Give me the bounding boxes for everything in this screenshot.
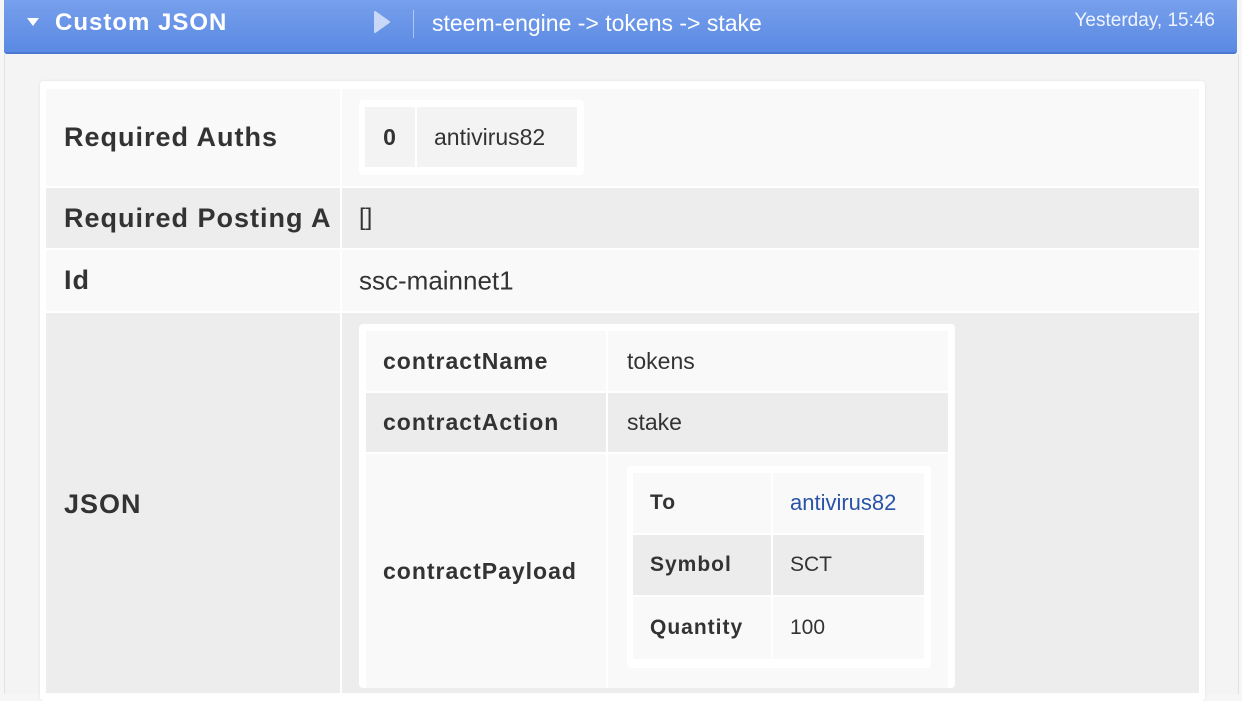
payload-symbol-key: Symbol (633, 535, 771, 595)
row-value: [] (342, 188, 1199, 248)
auth-index: 0 (365, 107, 415, 167)
id-value: ssc-mainnet1 (359, 265, 514, 295)
row-key: Id (46, 250, 340, 311)
operation-timestamp: Yesterday, 15:46 (1074, 10, 1216, 31)
row-json: JSON contractName tokens contractAction … (46, 313, 1199, 693)
contract-payload-key: contractPayload (366, 454, 606, 688)
row-key: Required Posting A (46, 188, 340, 248)
contract-action-value: stake (608, 393, 948, 452)
auth-value: antivirus82 (417, 107, 577, 167)
row-id: Id ssc-mainnet1 (46, 250, 1199, 311)
payload-quantity-value: 100 (773, 597, 924, 659)
payload-to-key: To (633, 473, 771, 533)
contract-action-key: contractAction (366, 393, 606, 452)
row-value: 0 antivirus82 (342, 89, 1199, 186)
operation-title: Custom JSON (55, 9, 228, 36)
row-key: Required Auths (46, 89, 340, 186)
header-divider (413, 10, 414, 38)
payload-table: To antivirus82 Symbol SCT Quantity 100 (627, 466, 931, 668)
play-icon[interactable] (373, 11, 391, 33)
row-required-auths: Required Auths 0 antivirus82 (46, 89, 1199, 186)
payload-symbol-value: SCT (773, 535, 924, 595)
caret-down-icon[interactable] (26, 15, 40, 29)
payload-quantity-key: Quantity (633, 597, 771, 659)
json-table: contractName tokens contractAction stake… (359, 324, 955, 688)
posting-auths-value: [] (359, 204, 373, 231)
contract-name-key: contractName (366, 331, 606, 391)
payload-to-link[interactable]: antivirus82 (773, 473, 924, 533)
contract-name-value: tokens (608, 331, 948, 391)
row-required-posting-auths: Required Posting A [] (46, 188, 1199, 248)
operation-summary: steem-engine -> tokens -> stake (432, 10, 762, 36)
row-value: ssc-mainnet1 (342, 250, 1199, 311)
auths-table: 0 antivirus82 (359, 100, 584, 175)
operation-header[interactable]: Custom JSON steem-engine -> tokens -> st… (4, 0, 1237, 54)
row-value: contractName tokens contractAction stake… (342, 313, 1199, 693)
row-key: JSON (46, 313, 340, 693)
